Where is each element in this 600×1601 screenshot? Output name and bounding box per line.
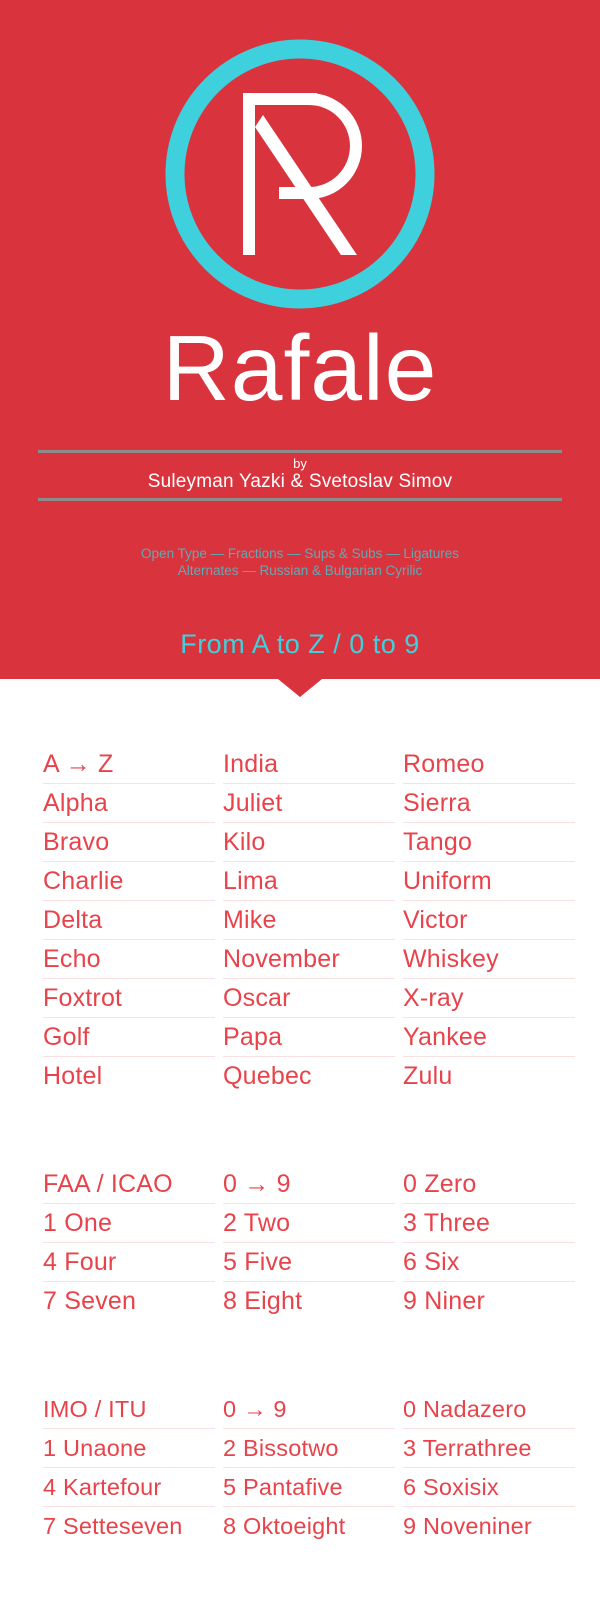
- table-row: Golf Papa Yankee: [43, 1018, 575, 1057]
- table-cell: Yankee: [403, 1018, 575, 1057]
- table-row: Bravo Kilo Tango: [43, 823, 575, 862]
- credit-authors: Suleyman Yazki & Svetoslav Simov: [147, 471, 453, 492]
- table-cell: Kilo: [223, 823, 395, 862]
- rafale-wordmark: Rafale: [0, 322, 600, 415]
- table-cell: 0 → 9: [223, 1390, 395, 1429]
- specimen-tables: A → Z India Romeo Alpha Juliet Sierra Bravo Kil…: [0, 679, 600, 1545]
- table-cell: Zulu: [403, 1062, 453, 1090]
- table-cell: Hotel: [43, 1062, 103, 1090]
- table-cell: 9 Noveniner: [403, 1513, 532, 1539]
- table-cell: IMO / ITU: [43, 1390, 215, 1429]
- table-cell: 8 Oktoeight: [223, 1513, 346, 1539]
- table-row: 7 Seven 8 Eight 9 Niner: [43, 1282, 575, 1320]
- table-cell: 0 → 9: [223, 1165, 395, 1204]
- table-cell: 0 Zero: [403, 1165, 575, 1204]
- table-cell: Sierra: [403, 784, 575, 823]
- hero-banner: Rafale by Suleyman Yazki & Svetoslav Sim…: [0, 0, 600, 679]
- imo-itu-body: IMO / ITU 0 → 90 Nadazero 1 Unaone 2 Bissot…: [43, 1390, 575, 1545]
- table-cell: Whiskey: [403, 940, 575, 979]
- table-cell: 2 Bissotwo: [223, 1429, 395, 1468]
- table-cell: Romeo: [403, 745, 575, 784]
- faa-icao-numbers-table: FAA / ICAO 0 → 90 Zero 1 One 2 Two 3 Three 4 …: [35, 1165, 583, 1320]
- table-cell: Lima: [223, 862, 395, 901]
- table-cell: 5 Pantafive: [223, 1468, 395, 1507]
- table-cell: 5 Five: [223, 1243, 395, 1282]
- wordmark-text: Rafale: [162, 316, 438, 420]
- table-cell: 2 Two: [223, 1204, 395, 1243]
- feature-list: Open Type — Fractions — Sups & Subs — Li…: [0, 545, 600, 579]
- table-row: A → Z India Romeo: [43, 745, 575, 784]
- table-row: Delta Mike Victor: [43, 901, 575, 940]
- table-row: Echo November Whiskey: [43, 940, 575, 979]
- table-row: 7 Setteseven 8 Oktoeight 9 Noveniner: [43, 1507, 575, 1545]
- table-cell: India: [223, 745, 395, 784]
- table-cell: Charlie: [43, 862, 215, 901]
- table-cell: A → Z: [43, 745, 215, 784]
- table-cell: Echo: [43, 940, 215, 979]
- rafale-logo-icon: [159, 33, 441, 315]
- table-row: Foxtrot Oscar X-ray: [43, 979, 575, 1018]
- table-cell: 3 Three: [403, 1204, 575, 1243]
- credit-rule-bottom: [38, 498, 562, 501]
- table-cell: 0 Nadazero: [403, 1390, 575, 1429]
- table-row: Hotel Quebec Zulu: [43, 1057, 575, 1095]
- table-cell: Golf: [43, 1018, 215, 1057]
- faa-icao-body: FAA / ICAO 0 → 90 Zero 1 One 2 Two 3 Three 4 …: [43, 1165, 575, 1320]
- table-row: 1 One 2 Two 3 Three: [43, 1204, 575, 1243]
- table-cell: 7 Seven: [43, 1287, 137, 1315]
- table-cell: Foxtrot: [43, 979, 215, 1018]
- table-cell: 1 One: [43, 1204, 215, 1243]
- table-cell: 9 Niner: [403, 1287, 485, 1315]
- table-row: FAA / ICAO 0 → 90 Zero: [43, 1165, 575, 1204]
- nato-alphabet-body: A → Z India Romeo Alpha Juliet Sierra Bravo Kil…: [43, 745, 575, 1095]
- table-cell: Oscar: [223, 979, 395, 1018]
- table-row: 1 Unaone 2 Bissotwo 3 Terrathree: [43, 1429, 575, 1468]
- table-cell: Quebec: [223, 1062, 312, 1090]
- table-cell: Bravo: [43, 823, 215, 862]
- table-cell: Tango: [403, 823, 575, 862]
- table-cell: 8 Eight: [223, 1287, 303, 1315]
- tagline: From A to Z / 0 to 9: [180, 629, 420, 659]
- table-cell: Victor: [403, 901, 575, 940]
- table-row: 4 Kartefour 5 Pantafive 6 Soxisix: [43, 1468, 575, 1507]
- table-cell: FAA / ICAO: [43, 1165, 215, 1204]
- table-cell: 6 Six: [403, 1243, 575, 1282]
- table-cell: Delta: [43, 901, 215, 940]
- feature-line-2: Alternates — Russian & Bulgarian Cyrilic: [177, 563, 423, 578]
- table-cell: 7 Setteseven: [43, 1513, 183, 1539]
- table-cell: Uniform: [403, 862, 575, 901]
- credit-by-label: by: [293, 456, 307, 471]
- table-cell: Alpha: [43, 784, 215, 823]
- table-cell: 4 Four: [43, 1243, 215, 1282]
- table-cell: X-ray: [403, 979, 575, 1018]
- table-row: Charlie Lima Uniform: [43, 862, 575, 901]
- table-cell: Juliet: [223, 784, 395, 823]
- table-cell: 3 Terrathree: [403, 1429, 575, 1468]
- table-cell: November: [223, 940, 395, 979]
- table-cell: Mike: [223, 901, 395, 940]
- table-row: 4 Four 5 Five 6 Six: [43, 1243, 575, 1282]
- table-cell: 1 Unaone: [43, 1429, 215, 1468]
- table-row: IMO / ITU 0 → 90 Nadazero: [43, 1390, 575, 1429]
- table-cell: Papa: [223, 1018, 395, 1057]
- feature-line-1: Open Type — Fractions — Sups & Subs — Li…: [141, 546, 459, 561]
- imo-itu-numbers-table: IMO / ITU 0 → 90 Nadazero 1 Unaone 2 Bissot…: [35, 1390, 583, 1545]
- nato-alphabet-table: A → Z India Romeo Alpha Juliet Sierra Bravo Kil…: [35, 745, 583, 1095]
- table-cell: 4 Kartefour: [43, 1468, 215, 1507]
- table-cell: 6 Soxisix: [403, 1468, 575, 1507]
- credit-block: by Suleyman Yazki & Svetoslav Simov: [38, 450, 562, 501]
- table-row: Alpha Juliet Sierra: [43, 784, 575, 823]
